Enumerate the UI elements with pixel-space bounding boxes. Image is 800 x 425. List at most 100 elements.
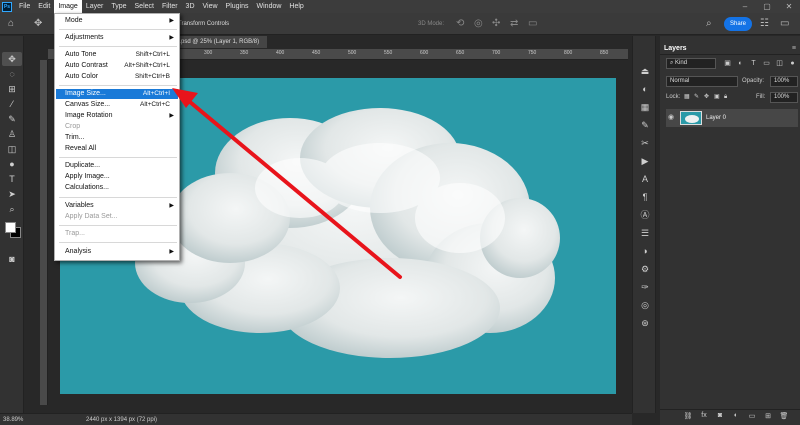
character-icon[interactable]: A: [637, 172, 653, 186]
menu-item-auto-contrast[interactable]: Auto Contrast Alt+Shift+Ctrl+L: [56, 61, 178, 71]
menu-window[interactable]: Window: [253, 0, 286, 13]
paths-icon[interactable]: ✑: [637, 280, 653, 294]
home-icon[interactable]: ⌂: [8, 17, 14, 31]
menu-item-trim[interactable]: Trim...: [56, 133, 178, 143]
move-tool-icon[interactable]: ✥: [34, 17, 42, 31]
path-selection-icon[interactable]: ➤: [2, 187, 22, 201]
minimize-button[interactable]: –: [734, 0, 756, 13]
menu-edit[interactable]: Edit: [34, 0, 54, 13]
move-tool-icon[interactable]: ✥: [2, 52, 22, 66]
history-icon[interactable]: ⏏: [637, 64, 653, 78]
menu-item-auto-color[interactable]: Auto Color Shift+Ctrl+B: [56, 72, 178, 82]
swatches-icon[interactable]: ▦: [637, 100, 653, 114]
brush-settings-icon[interactable]: ✎: [637, 118, 653, 132]
zoom-level[interactable]: 38.89%: [3, 415, 23, 425]
transform-controls-label[interactable]: Transform Controls: [178, 17, 229, 31]
type-filter-icon[interactable]: T: [748, 58, 759, 69]
lock-all-icon[interactable]: 🔒︎: [724, 92, 727, 103]
layer-style-icon[interactable]: fx: [698, 412, 710, 419]
paragraph-icon[interactable]: ¶: [637, 190, 653, 204]
search-icon[interactable]: ⌕: [706, 17, 712, 31]
menu-item-auto-tone[interactable]: Auto Tone Shift+Ctrl+L: [56, 50, 178, 60]
link-layers-icon[interactable]: ⛓: [682, 412, 694, 420]
workspace-icon[interactable]: ▭: [780, 17, 789, 31]
styles-icon[interactable]: ⚙: [637, 262, 653, 276]
slide-3d-icon[interactable]: ⇄: [510, 17, 518, 31]
filter-kind-select[interactable]: ⌕ Kind: [666, 58, 716, 69]
eraser-tool-icon[interactable]: ◫: [2, 142, 22, 156]
menu-filter[interactable]: Filter: [158, 0, 182, 13]
properties-icon[interactable]: ☰: [637, 226, 653, 240]
stamp-tool-icon[interactable]: ♙: [2, 127, 22, 141]
menu-layer[interactable]: Layer: [82, 0, 108, 13]
menu-item-calculations[interactable]: Calculations...: [56, 183, 178, 193]
menu-help[interactable]: Help: [285, 0, 307, 13]
panel-menu-icon[interactable]: ≡: [792, 42, 796, 55]
menu-item-canvas-size[interactable]: Canvas Size... Alt+Ctrl+C: [56, 100, 178, 110]
new-group-icon[interactable]: ▭: [746, 412, 758, 420]
pan-3d-icon[interactable]: ✣: [492, 17, 500, 31]
menu-item-mode[interactable]: Mode ▶: [56, 16, 178, 26]
quick-mask-icon[interactable]: ◙: [2, 252, 22, 266]
discover-icon[interactable]: ☷: [760, 17, 769, 31]
scale-3d-icon[interactable]: ▭: [528, 17, 537, 31]
eyedropper-tool-icon[interactable]: ⁄: [2, 97, 22, 111]
actions-icon[interactable]: ▶: [637, 154, 653, 168]
document-dimensions[interactable]: 2440 px x 1394 px (72 ppi): [86, 415, 157, 425]
menu-item-analysis[interactable]: Analysis ▶: [56, 247, 178, 257]
menu-item-adjustments[interactable]: Adjustments ▶: [56, 33, 178, 43]
share-button[interactable]: Share: [724, 17, 752, 31]
menu-item-duplicate[interactable]: Duplicate...: [56, 161, 178, 171]
menu-type[interactable]: Type: [107, 0, 130, 13]
channels-icon[interactable]: ◎: [637, 298, 653, 312]
brush-tool-icon[interactable]: ✎: [2, 112, 22, 126]
adjustment-filter-icon[interactable]: ◐: [735, 58, 746, 69]
filter-toggle-icon[interactable]: ●: [787, 58, 798, 69]
pixel-filter-icon[interactable]: ▣: [722, 58, 733, 69]
blend-mode-select[interactable]: Normal: [666, 76, 738, 87]
menu-item-image-size[interactable]: Image Size... Alt+Ctrl+I: [56, 89, 178, 99]
maximize-button[interactable]: ▢: [756, 0, 778, 13]
roll-3d-icon[interactable]: ◎: [474, 17, 483, 31]
menu-image[interactable]: Image: [54, 0, 82, 13]
delete-layer-icon[interactable]: 🗑︎: [778, 412, 790, 420]
layer-row[interactable]: ◉ Layer 0: [666, 109, 798, 127]
orbit-3d-icon[interactable]: ⟲: [456, 17, 464, 31]
smart-object-filter-icon[interactable]: ◫: [774, 58, 785, 69]
lock-transparency-icon[interactable]: ▦: [684, 92, 690, 103]
tab-layers[interactable]: Layers: [664, 42, 687, 55]
lock-position-icon[interactable]: ✥: [704, 92, 709, 103]
menu-item-label: Trap...: [65, 230, 85, 237]
menu-plugins[interactable]: Plugins: [222, 0, 253, 13]
fill-field[interactable]: 100%: [770, 92, 798, 103]
dodge-tool-icon[interactable]: ●: [2, 157, 22, 171]
lock-pixels-icon[interactable]: ✎: [694, 92, 699, 103]
add-mask-icon[interactable]: ◙: [714, 412, 726, 419]
menu-file[interactable]: File: [15, 0, 34, 13]
crop-tool-icon[interactable]: ⊞: [2, 82, 22, 96]
shape-filter-icon[interactable]: ▭: [761, 58, 772, 69]
type-tool-icon[interactable]: T: [2, 172, 22, 186]
close-button[interactable]: ✕: [778, 0, 800, 13]
opacity-field[interactable]: 100%: [770, 76, 798, 87]
libraries-icon[interactable]: ⊛: [637, 316, 653, 330]
zoom-tool-icon[interactable]: ⌕: [2, 202, 22, 216]
menu-item-variables[interactable]: Variables ▶: [56, 201, 178, 211]
lasso-tool-icon[interactable]: ◌: [2, 67, 22, 81]
adjustments-icon[interactable]: ◑: [637, 244, 653, 258]
new-layer-icon[interactable]: ⊞: [762, 412, 774, 420]
menu-item-apply-image[interactable]: Apply Image...: [56, 172, 178, 182]
menu-item-reveal-all[interactable]: Reveal All: [56, 144, 178, 154]
menu-item-image-rotation[interactable]: Image Rotation ▶: [56, 111, 178, 121]
visibility-eye-icon[interactable]: ◉: [668, 109, 674, 127]
adjustment-layer-icon[interactable]: ◐: [730, 412, 742, 419]
color-icon[interactable]: ◐: [637, 82, 653, 96]
glyphs-icon[interactable]: Ⓐ: [637, 208, 653, 222]
foreground-color-swatch[interactable]: [5, 222, 16, 233]
layer-name[interactable]: Layer 0: [706, 109, 726, 127]
menu-view[interactable]: View: [199, 0, 222, 13]
clone-source-icon[interactable]: ✂: [637, 136, 653, 150]
lock-artboard-icon[interactable]: ▣: [714, 92, 720, 103]
menu-3d[interactable]: 3D: [182, 0, 199, 13]
menu-select[interactable]: Select: [131, 0, 158, 13]
